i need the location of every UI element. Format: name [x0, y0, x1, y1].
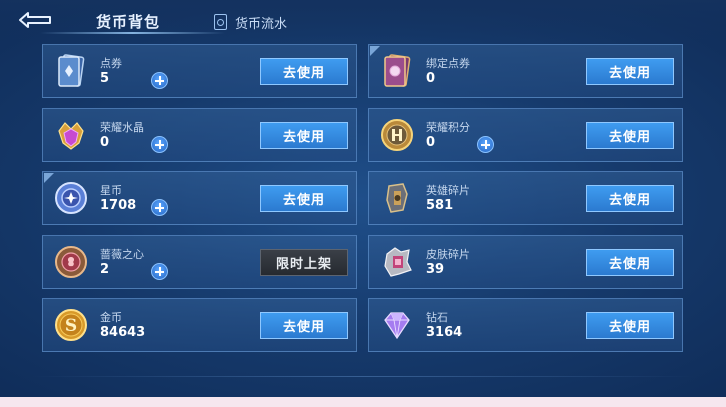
currency-name: 荣耀积分: [426, 121, 470, 134]
gold-coin-icon: S: [55, 309, 87, 341]
limited-listing-button[interactable]: 限时上架: [260, 249, 348, 276]
top-bar: 货币背包 货币流水: [0, 0, 726, 40]
currency-card-hero-fragment: 英雄碎片 581 去使用: [368, 171, 683, 225]
add-glory-crystal-button[interactable]: [151, 136, 168, 153]
currency-card-diamond: 钻石 3164 去使用: [368, 298, 683, 352]
ledger-icon: [214, 14, 227, 30]
currency-count: 581: [426, 198, 454, 213]
bound-coupon-card-icon: [384, 54, 411, 87]
rose-heart-icon: [55, 246, 87, 278]
page-title: 货币背包: [96, 13, 161, 31]
currency-count: 0: [426, 135, 436, 150]
currency-name: 点券: [100, 57, 122, 70]
currency-flow-link[interactable]: 货币流水: [214, 12, 287, 32]
currency-name: 绑定点券: [426, 57, 470, 70]
currency-name: 荣耀水晶: [100, 121, 144, 134]
use-glory-points-button[interactable]: 去使用: [586, 122, 674, 149]
svg-text:S: S: [65, 316, 77, 336]
back-arrow-icon[interactable]: [14, 10, 54, 30]
add-coupon-button[interactable]: [151, 72, 168, 89]
currency-count: 3164: [426, 325, 463, 340]
use-skin-fragment-button[interactable]: 去使用: [586, 249, 674, 276]
use-star-coin-button[interactable]: 去使用: [260, 185, 348, 212]
currency-name: 皮肤碎片: [426, 248, 470, 261]
currency-card-rose-heart: 蔷薇之心 2 限时上架: [42, 235, 357, 289]
currency-card-coupon: 点券 5 去使用: [42, 44, 357, 98]
currency-count: 39: [426, 262, 445, 277]
currency-flow-label: 货币流水: [235, 16, 288, 32]
currency-card-star-coin: 星币 1708 去使用: [42, 171, 357, 225]
bottom-divider: [30, 376, 696, 377]
use-diamond-button[interactable]: 去使用: [586, 312, 674, 339]
use-bound-coupon-button[interactable]: 去使用: [586, 58, 674, 85]
currency-count: 1708: [100, 198, 137, 213]
currency-count: 2: [100, 262, 110, 277]
use-glory-crystal-button[interactable]: 去使用: [260, 122, 348, 149]
currency-name: 钻石: [426, 311, 448, 324]
title-underline: [40, 32, 225, 34]
currency-count: 0: [100, 135, 110, 150]
use-gold-coin-button[interactable]: 去使用: [260, 312, 348, 339]
diamond-icon: [384, 312, 410, 340]
glory-crystal-icon: [58, 122, 84, 150]
currency-bag-screen: 货币背包 货币流水 点券 5 去使用 绑定点券 0 去使用 荣耀水晶 0 去使用…: [0, 0, 726, 397]
star-coin-icon: [55, 182, 87, 214]
use-coupon-button[interactable]: 去使用: [260, 58, 348, 85]
currency-card-glory-points: 荣耀积分 0 去使用: [368, 108, 683, 162]
add-glory-points-button[interactable]: [477, 136, 494, 153]
currency-card-gold-coin: S 金币 84643 去使用: [42, 298, 357, 352]
currency-card-skin-fragment: 皮肤碎片 39 去使用: [368, 235, 683, 289]
glory-points-icon: [381, 119, 413, 151]
add-rose-heart-button[interactable]: [151, 263, 168, 280]
currency-name: 金币: [100, 311, 122, 324]
currency-name: 英雄碎片: [426, 184, 470, 197]
skin-fragment-icon: [384, 247, 412, 277]
coupon-card-icon: [58, 54, 85, 87]
add-star-coin-button[interactable]: [151, 199, 168, 216]
hero-fragment-icon: [386, 183, 408, 213]
currency-count: 0: [426, 71, 436, 86]
currency-name: 蔷薇之心: [100, 248, 144, 261]
currency-count: 84643: [100, 325, 146, 340]
currency-name: 星币: [100, 184, 122, 197]
use-hero-fragment-button[interactable]: 去使用: [586, 185, 674, 212]
currency-card-glory-crystal: 荣耀水晶 0 去使用: [42, 108, 357, 162]
currency-count: 5: [100, 71, 110, 86]
currency-card-bound-coupon: 绑定点券 0 去使用: [368, 44, 683, 98]
